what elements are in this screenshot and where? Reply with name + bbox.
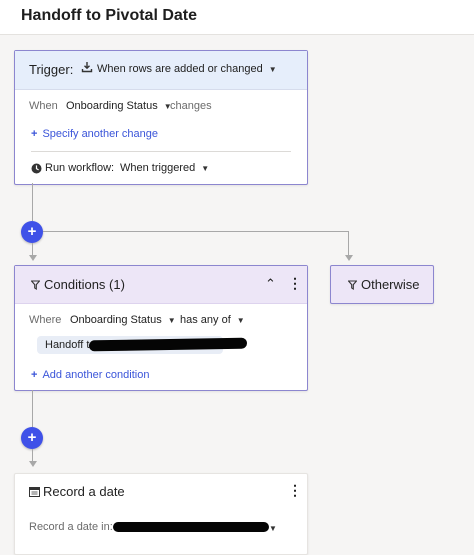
chevron-down-icon: ▼ <box>236 316 245 325</box>
arrow-down-icon <box>29 461 37 467</box>
condition-value-label: Handoff to <box>45 339 96 351</box>
run-workflow-dropdown[interactable]: When triggered ▼ <box>120 162 209 174</box>
plus-icon: + <box>27 429 37 446</box>
clock-icon <box>31 163 42 174</box>
redaction-mark <box>88 337 248 352</box>
calendar-icon <box>29 487 40 497</box>
record-date-title: Record a date <box>43 484 125 499</box>
conditions-card-header: Conditions (1) ⌃ ⋮ <box>15 266 307 304</box>
changes-label: changes <box>170 100 212 112</box>
arrow-down-icon <box>345 255 353 261</box>
condition-column-dropdown[interactable]: Onboarding Status ▼ <box>70 314 176 326</box>
specify-another-change-label: Specify another change <box>42 128 159 140</box>
connector-line <box>32 390 33 427</box>
page-title: Handoff to Pivotal Date <box>21 7 198 24</box>
condition-operator-value: has any of <box>180 314 231 326</box>
trigger-column-dropdown[interactable]: Onboarding Status ▼ <box>66 100 172 112</box>
trigger-type-value: When rows are added or changed <box>97 63 263 75</box>
filter-icon <box>348 280 357 290</box>
branch-line <box>43 231 348 232</box>
plus-icon: + <box>31 369 38 381</box>
when-label: When <box>29 100 58 112</box>
redaction-mark <box>113 522 269 532</box>
plus-icon: + <box>27 223 37 240</box>
where-label: Where <box>29 314 62 326</box>
trigger-divider <box>31 151 291 152</box>
filter-icon <box>31 280 40 290</box>
specify-another-change-link[interactable]: + Specify another change <box>31 128 158 140</box>
record-date-field-label: Record a date in: <box>29 521 113 533</box>
more-vertical-icon[interactable]: ⋮ <box>288 482 302 499</box>
add-another-condition-link[interactable]: + Add another condition <box>31 369 149 381</box>
add-another-condition-label: Add another condition <box>42 369 150 381</box>
add-step-button[interactable]: + <box>21 427 43 449</box>
plus-icon: + <box>31 128 38 140</box>
arrow-down-icon <box>29 255 37 261</box>
connector-line <box>32 243 33 255</box>
trigger-type-dropdown[interactable]: When rows are added or changed ▼ <box>81 59 277 77</box>
chevron-down-icon: ▼ <box>167 316 176 325</box>
trigger-card[interactable]: Trigger: When rows are added or changed ▼… <box>14 50 308 185</box>
conditions-card[interactable]: Conditions (1) ⌃ ⋮ Where Onboarding Stat… <box>14 265 308 391</box>
download-icon <box>81 62 93 73</box>
connector-line <box>32 449 33 461</box>
trigger-column-value: Onboarding Status <box>66 100 158 112</box>
run-workflow-label: Run workflow: <box>45 162 115 174</box>
trigger-card-header: Trigger: When rows are added or changed ▼ <box>15 51 307 90</box>
chevron-down-icon[interactable]: ▼ <box>269 524 277 533</box>
page-header: Handoff to Pivotal Date <box>0 0 474 35</box>
chevron-down-icon: ▼ <box>268 65 277 74</box>
conditions-title: Conditions (1) <box>44 277 125 292</box>
connector-line <box>348 231 349 255</box>
chevron-down-icon: ▼ <box>201 164 210 173</box>
run-workflow-value: When triggered <box>120 162 196 174</box>
connector-line <box>32 183 33 221</box>
chevron-up-icon[interactable]: ⌃ <box>265 276 276 292</box>
otherwise-card[interactable]: Otherwise <box>330 265 434 304</box>
trigger-label: Trigger: <box>29 62 74 77</box>
record-date-card[interactable]: Record a date ⋮ Record a date in: ▼ <box>14 473 308 555</box>
more-vertical-icon[interactable]: ⋮ <box>288 275 302 292</box>
condition-column-value: Onboarding Status <box>70 314 162 326</box>
otherwise-title: Otherwise <box>361 277 420 292</box>
add-step-button[interactable]: + <box>21 221 43 243</box>
condition-operator-dropdown[interactable]: has any of ▼ <box>180 314 245 326</box>
